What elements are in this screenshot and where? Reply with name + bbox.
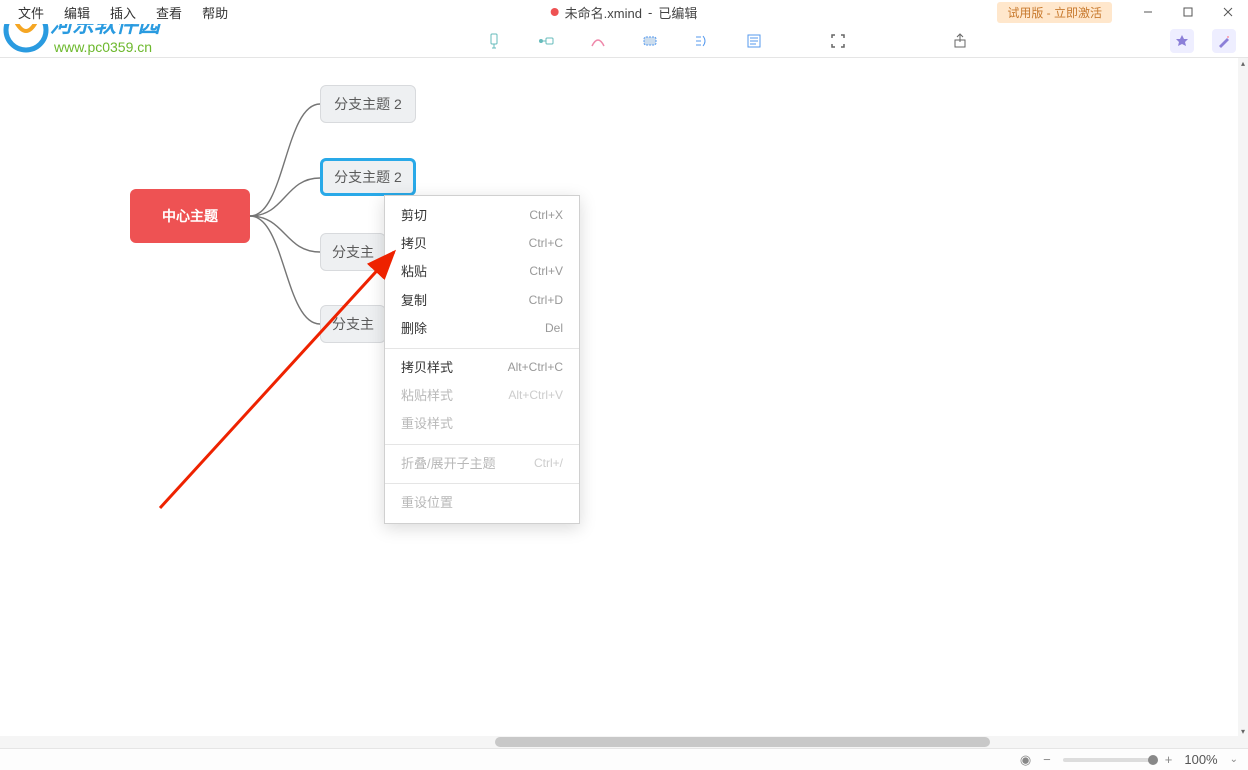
share-icon[interactable]	[948, 29, 972, 53]
window-controls: 试用版 - 立即激活	[997, 0, 1248, 24]
scroll-thumb[interactable]	[495, 737, 990, 747]
title-filename: 未命名.xmind	[565, 3, 642, 22]
branch-topic-1[interactable]: 分支主题 2	[320, 85, 416, 123]
star-icon[interactable]	[1170, 29, 1194, 53]
canvas[interactable]: 中心主题 分支主题 2 分支主题 2 分支主 分支主 剪切Ctrl+X 拷贝Ct…	[0, 58, 1238, 748]
menu-reset-style: 重设样式	[385, 410, 579, 438]
edges-layer	[0, 58, 1238, 748]
window-title: 未命名.xmind - 已编辑	[551, 3, 698, 22]
menu-insert[interactable]: 插入	[100, 1, 146, 24]
menu-separator	[385, 483, 579, 484]
zoom-out-icon[interactable]: −	[1043, 752, 1051, 767]
maximize-button[interactable]	[1168, 0, 1208, 24]
outline-icon[interactable]	[742, 29, 766, 53]
statusbar: ◉ − + 100% ⌄	[0, 748, 1248, 770]
branch-topic-3[interactable]: 分支主	[320, 233, 386, 271]
format-icon[interactable]	[1212, 29, 1236, 53]
menu-reset-position: 重设位置	[385, 489, 579, 517]
add-subtopic-icon[interactable]	[482, 29, 506, 53]
zoom-level[interactable]: 100%	[1184, 752, 1217, 767]
vertical-scrollbar[interactable]: ▴ ▾	[1238, 58, 1248, 736]
toolbar-right	[826, 29, 1236, 53]
zoom-dropdown-icon[interactable]: ⌄	[1230, 754, 1238, 765]
visibility-icon[interactable]: ◉	[1020, 752, 1031, 768]
menu-delete[interactable]: 删除Del	[385, 315, 579, 343]
minimize-button[interactable]	[1128, 0, 1168, 24]
menu-copy-style[interactable]: 拷贝样式Alt+Ctrl+C	[385, 354, 579, 382]
zoom-slider[interactable]	[1063, 758, 1153, 762]
trial-badge[interactable]: 试用版 - 立即激活	[997, 2, 1112, 23]
relationship-icon[interactable]	[586, 29, 610, 53]
zoom-in-icon[interactable]: +	[1165, 752, 1173, 767]
title-status: 已编辑	[658, 3, 697, 22]
unsaved-indicator-icon	[551, 8, 559, 16]
branch-topic-4[interactable]: 分支主	[320, 305, 386, 343]
fullscreen-icon[interactable]	[826, 29, 850, 53]
menu-help[interactable]: 帮助	[192, 1, 238, 24]
add-topic-after-icon[interactable]	[534, 29, 558, 53]
menu-paste[interactable]: 粘贴Ctrl+V	[385, 258, 579, 286]
boundary-icon[interactable]	[638, 29, 662, 53]
toolbar-center	[482, 29, 766, 53]
branch-topic-2-selected[interactable]: 分支主题 2	[320, 158, 416, 196]
scroll-up-icon[interactable]: ▴	[1238, 58, 1248, 68]
context-menu: 剪切Ctrl+X 拷贝Ctrl+C 粘贴Ctrl+V 复制Ctrl+D 删除De…	[384, 195, 580, 524]
menu-fold-unfold: 折叠/展开子主题Ctrl+/	[385, 450, 579, 478]
menu-separator	[385, 348, 579, 349]
horizontal-scrollbar[interactable]	[0, 736, 1238, 748]
menu-edit[interactable]: 编辑	[54, 1, 100, 24]
menu-separator	[385, 444, 579, 445]
scroll-down-icon[interactable]: ▾	[1238, 726, 1248, 736]
menu-duplicate[interactable]: 复制Ctrl+D	[385, 287, 579, 315]
title-sep: -	[648, 5, 652, 20]
toolbar	[0, 24, 1248, 58]
menu-view[interactable]: 查看	[146, 1, 192, 24]
close-button[interactable]	[1208, 0, 1248, 24]
menubar: 文件 编辑 插入 查看 帮助 未命名.xmind - 已编辑 试用版 - 立即激…	[0, 0, 1248, 24]
summary-icon[interactable]	[690, 29, 714, 53]
menu-cut[interactable]: 剪切Ctrl+X	[385, 202, 579, 230]
menu-copy[interactable]: 拷贝Ctrl+C	[385, 230, 579, 258]
menu-file[interactable]: 文件	[8, 1, 54, 24]
central-topic[interactable]: 中心主题	[130, 189, 250, 243]
menu-paste-style: 粘贴样式Alt+Ctrl+V	[385, 382, 579, 410]
